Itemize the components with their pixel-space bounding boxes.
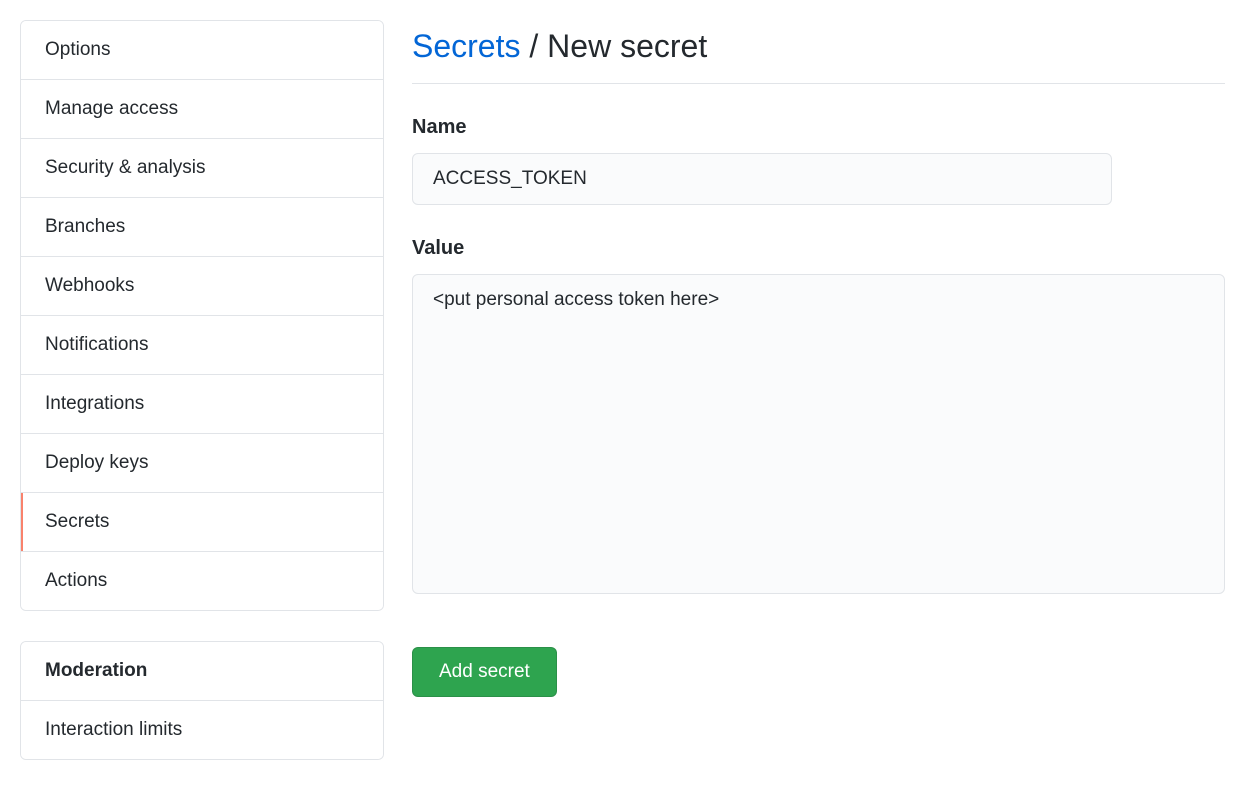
sidebar-item-interaction-limits[interactable]: Interaction limits <box>21 701 383 759</box>
sidebar-item-options[interactable]: Options <box>21 21 383 80</box>
sidebar-item-notifications[interactable]: Notifications <box>21 316 383 375</box>
sidebar-item-security-analysis[interactable]: Security & analysis <box>21 139 383 198</box>
breadcrumb-current: New secret <box>547 28 707 64</box>
sidebar-item-secrets[interactable]: Secrets <box>21 493 383 552</box>
name-input[interactable] <box>412 153 1112 205</box>
breadcrumb-separator: / <box>520 28 547 64</box>
sidebar-item-actions[interactable]: Actions <box>21 552 383 610</box>
add-secret-button[interactable]: Add secret <box>412 647 557 697</box>
breadcrumb: Secrets / New secret <box>412 28 1225 84</box>
value-field-block: Value <box>412 237 1225 599</box>
name-label: Name <box>412 116 1225 139</box>
sidebar-item-webhooks[interactable]: Webhooks <box>21 257 383 316</box>
settings-nav-main: Options Manage access Security & analysi… <box>20 20 384 611</box>
settings-nav-moderation: Moderation Interaction limits <box>20 641 384 760</box>
sidebar-header-moderation: Moderation <box>21 642 383 701</box>
sidebar-item-manage-access[interactable]: Manage access <box>21 80 383 139</box>
main-content: Secrets / New secret Name Value Add secr… <box>412 20 1225 790</box>
breadcrumb-secrets-link[interactable]: Secrets <box>412 28 520 64</box>
sidebar-item-integrations[interactable]: Integrations <box>21 375 383 434</box>
value-label: Value <box>412 237 1225 260</box>
value-textarea[interactable] <box>412 274 1225 594</box>
name-field-block: Name <box>412 116 1225 205</box>
settings-sidebar: Options Manage access Security & analysi… <box>20 20 384 790</box>
sidebar-item-branches[interactable]: Branches <box>21 198 383 257</box>
sidebar-item-deploy-keys[interactable]: Deploy keys <box>21 434 383 493</box>
